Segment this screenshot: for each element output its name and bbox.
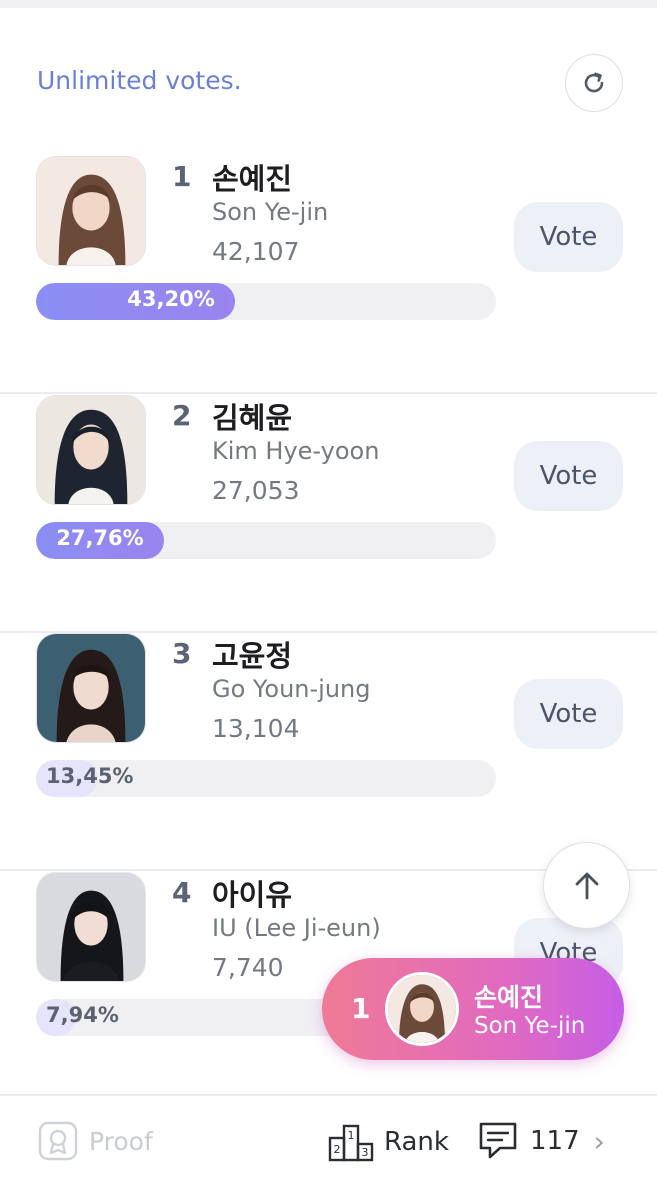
candidate-name-korean: 고윤정 [212,639,293,673]
comments-button[interactable]: 117 › [476,1120,605,1162]
svg-text:2: 2 [334,1143,341,1156]
top-divider [0,0,657,8]
unlimited-votes-notice: Unlimited votes. [37,66,242,95]
candidate-name-english: Kim Hye-yoon [212,437,380,465]
vote-button[interactable]: Vote [514,441,623,511]
candidate-name-korean: 아이유 [212,878,293,912]
rank-button[interactable]: 2 1 3 Rank [328,1122,449,1162]
header: Unlimited votes. [0,40,657,124]
svg-text:3: 3 [362,1146,369,1159]
percentage-bar: 43,20% [36,283,496,320]
avatar [36,395,146,505]
rank-label: Rank [384,1127,449,1157]
rank-item: 2 김혜윤 Kim Hye-yoon 27,053 Vote 27,76% [0,395,657,633]
leader-name-english: Son Ye-jin [474,1013,586,1039]
candidate-name-english: Son Ye-jin [212,198,329,226]
refresh-icon [584,72,604,93]
certificate-icon [38,1121,78,1161]
avatar [36,156,146,266]
vote-count: 27,053 [212,476,300,505]
vote-button[interactable]: Vote [514,202,623,272]
proof-label: Proof [89,1126,153,1156]
avatar [36,872,146,982]
rank-item: 3 고윤정 Go Youn-jung 13,104 Vote 13,45% [0,633,657,871]
vote-count: 7,740 [212,953,284,982]
vote-count: 42,107 [212,237,300,266]
avatar [36,633,146,743]
percentage-bar: 27,76% [36,522,496,559]
chevron-right-icon: › [593,1124,605,1158]
arrow-up-icon [575,872,598,899]
comment-count: 117 [530,1126,580,1156]
comment-icon [479,1122,517,1159]
vote-button[interactable]: Vote [514,679,623,749]
svg-text:1: 1 [348,1129,355,1142]
scroll-to-top-button[interactable] [543,842,630,929]
refresh-button[interactable] [565,54,623,112]
current-leader-banner[interactable]: 1 손예진 Son Ye-jin [322,958,624,1060]
rank-number: 4 [172,876,192,909]
bottom-bar: Proof 2 1 3 Rank 117 › [0,1094,657,1200]
percentage-label: 7,94% [46,1003,119,1027]
leader-rank: 1 [351,992,371,1025]
percentage-label: 13,45% [46,764,134,788]
candidate-name-english: Go Youn-jung [212,675,371,703]
podium-icon: 2 1 3 [328,1124,374,1162]
rank-number: 3 [172,637,192,670]
percentage-label: 27,76% [56,526,144,550]
leader-avatar [385,972,459,1046]
percentage-bar: 13,45% [36,760,496,797]
vote-count: 13,104 [212,714,300,743]
candidate-name-english: IU (Lee Ji-eun) [212,914,381,942]
candidate-name-korean: 김혜윤 [212,401,293,435]
proof-button[interactable]: Proof [37,1120,153,1162]
percentage-label: 43,20% [127,287,215,311]
rank-number: 2 [172,399,192,432]
rank-number: 1 [172,160,192,193]
candidate-name-korean: 손예진 [212,162,293,196]
rank-item: 1 손예진 Son Ye-jin 42,107 Vote 43,20% [0,156,657,394]
leader-name-korean: 손예진 [474,983,544,1012]
